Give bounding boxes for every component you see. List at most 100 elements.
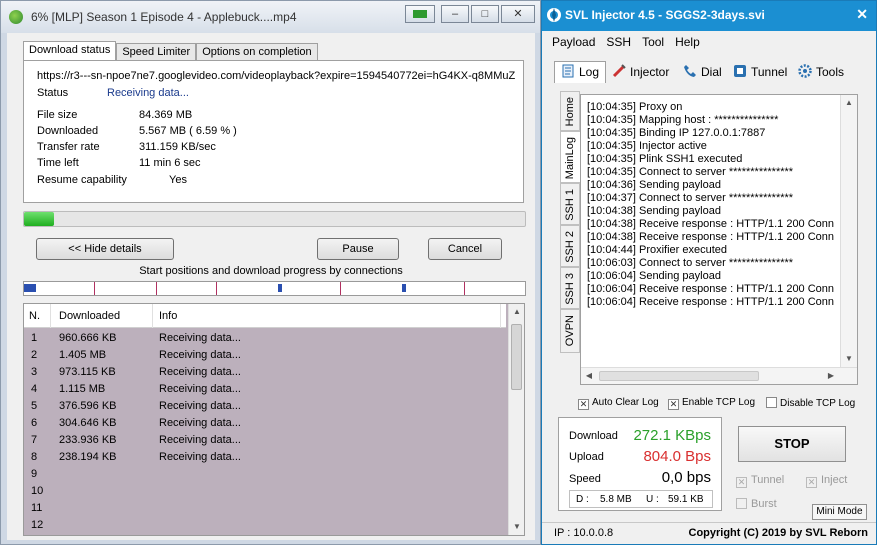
tab-log[interactable]: Log (554, 61, 607, 83)
cell-info: Receiving data... (159, 400, 241, 412)
tunnel-icon (734, 65, 746, 77)
menu-tool[interactable]: Tool (642, 35, 664, 49)
hide-details-button[interactable]: << Hide details (36, 238, 174, 260)
table-row[interactable]: 5 376.596 KB Receiving data... (24, 398, 506, 415)
log-line: [10:06:04] Receive response : HTTP/1.1 2… (587, 296, 835, 308)
tab-tunnel[interactable]: Tunnel (733, 64, 787, 86)
cell-n: 10 (31, 485, 44, 497)
field-label: Downloaded (37, 125, 99, 137)
side-tab-ssh2[interactable]: SSH 2 (560, 225, 580, 267)
table-row[interactable]: 7 233.936 KB Receiving data... (24, 432, 506, 449)
scrollbar-thumb[interactable] (511, 324, 522, 390)
cell-n: 12 (31, 519, 44, 531)
connections-scrollbar[interactable]: ▲ ▼ (508, 304, 524, 535)
scroll-down-icon[interactable]: ▼ (509, 519, 524, 535)
tab-dial[interactable]: Dial (683, 64, 722, 86)
log-textbox[interactable]: [10:04:35] Proxy on [10:04:35] Mapping ho… (583, 97, 838, 369)
minimize-button[interactable]: ‒ (441, 5, 469, 23)
download-window-title: 6% [MLP] Season 1 Episode 4 - Applebuck.… (31, 10, 297, 24)
scrollbar-thumb[interactable] (599, 371, 759, 381)
injector-titlebar[interactable]: SVL Injector 4.5 - SGGS2-3days.svi ✕ (542, 1, 876, 31)
download-progress-fill (24, 212, 54, 226)
column-header-number[interactable]: N. (29, 310, 40, 322)
table-row[interactable]: 2 1.405 MB Receiving data... (24, 347, 506, 364)
log-line: [10:04:35] Mapping host : **************… (587, 114, 779, 126)
log-line: [10:06:03] Connect to server ***********… (587, 257, 794, 269)
close-button[interactable]: ✕ (856, 6, 868, 23)
table-row[interactable]: 11 (24, 500, 506, 517)
column-header-info[interactable]: Info (159, 310, 177, 322)
log-line: [10:04:36] Sending payload (587, 179, 721, 191)
log-line: [10:04:44] Proxifier executed (587, 244, 728, 256)
side-tab-mainlog[interactable]: MainLog (560, 131, 580, 183)
column-header-downloaded[interactable]: Downloaded (59, 310, 120, 322)
mini-mode-button[interactable]: Mini Mode (812, 504, 867, 520)
download-speed-value: 272.1 KBps (633, 427, 711, 444)
cell-info: Receiving data... (159, 417, 241, 429)
tab-download-status[interactable]: Download status (23, 41, 117, 62)
pause-button[interactable]: Pause (317, 238, 399, 260)
menu-ssh[interactable]: SSH (606, 35, 631, 49)
side-tab-home[interactable]: Home (560, 91, 580, 131)
table-row[interactable]: 8 238.194 KB Receiving data... (24, 449, 506, 466)
side-tab-label: SSH 1 (564, 189, 576, 221)
side-tab-ssh3[interactable]: SSH 3 (560, 267, 580, 309)
ip-address: IP : 10.0.0.8 (554, 527, 614, 539)
side-tab-ovpn[interactable]: OVPN (560, 309, 580, 353)
menu-payload[interactable]: Payload (552, 35, 595, 49)
field-label: Time left (37, 157, 79, 169)
side-tab-ssh1[interactable]: SSH 1 (560, 183, 580, 225)
cell-n: 5 (31, 400, 38, 412)
checkbox-label: Inject (821, 474, 848, 486)
maximize-button[interactable]: □ (471, 5, 499, 23)
download-label: Download (569, 430, 618, 442)
app-globe-icon (9, 10, 23, 24)
time-left-row: Time left 11 min 6 sec (37, 157, 201, 169)
table-row[interactable]: 6 304.646 KB Receiving data... (24, 415, 506, 432)
scroll-left-icon[interactable]: ◀ (581, 368, 597, 384)
menu-help[interactable]: Help (675, 35, 700, 49)
log-icon (562, 64, 574, 78)
disable-tcp-log-checkbox[interactable]: Disable TCP Log (766, 397, 855, 409)
checkbox-label: Auto Clear Log (592, 397, 659, 408)
side-tab-label: SSH 3 (564, 273, 576, 305)
cell-info: Receiving data... (159, 383, 241, 395)
download-progress-bar (23, 211, 526, 227)
log-line: [10:04:37] Connect to server ***********… (587, 192, 794, 204)
inject-checkbox[interactable]: ✕ Inject (806, 474, 847, 488)
table-row[interactable]: 10 (24, 483, 506, 500)
connection-block (402, 284, 406, 292)
table-row[interactable]: 1 960.666 KB Receiving data... (24, 330, 506, 347)
stop-button[interactable]: STOP (738, 426, 846, 462)
table-row[interactable]: 3 973.115 KB Receiving data... (24, 364, 506, 381)
log-vertical-scrollbar[interactable]: ▲ ▼ (840, 95, 857, 367)
download-tabs: Download status Speed Limiter Options on… (23, 41, 318, 62)
table-row[interactable]: 4 1.115 MB Receiving data... (24, 381, 506, 398)
auto-clear-log-checkbox[interactable]: ✕ Auto Clear Log (578, 397, 659, 410)
tray-arrow-icon[interactable] (405, 5, 435, 23)
checkbox-label: Burst (751, 498, 777, 510)
tab-tunnel-label: Tunnel (751, 65, 788, 79)
checkbox-label: Disable TCP Log (780, 398, 856, 409)
checkbox-label: Tunnel (751, 474, 785, 486)
table-row[interactable]: 12 (24, 517, 506, 534)
log-horizontal-scrollbar[interactable]: ◀ ▶ (581, 367, 857, 384)
scroll-right-icon[interactable]: ▶ (823, 368, 839, 384)
tab-injector[interactable]: Injector (612, 64, 669, 86)
cell-downloaded: 960.666 KB (59, 332, 117, 344)
burst-checkbox[interactable]: Burst (736, 498, 777, 510)
scroll-up-icon[interactable]: ▲ (509, 304, 524, 320)
scroll-down-icon[interactable]: ▼ (841, 351, 857, 367)
tab-injector-label: Injector (630, 65, 670, 79)
enable-tcp-log-checkbox[interactable]: ✕ Enable TCP Log (668, 397, 755, 410)
scroll-up-icon[interactable]: ▲ (841, 95, 857, 111)
connections-list[interactable]: N. Downloaded Info 1 960.666 KB Receiving … (23, 303, 525, 536)
cell-n: 2 (31, 349, 38, 361)
table-row[interactable]: 9 (24, 466, 506, 483)
close-button[interactable]: ✕ (501, 5, 535, 23)
download-titlebar[interactable]: 6% [MLP] Season 1 Episode 4 - Applebuck.… (1, 1, 540, 33)
tab-tools[interactable]: Tools (798, 64, 844, 86)
cancel-button[interactable]: Cancel (428, 238, 502, 260)
cell-downloaded: 1.115 MB (59, 383, 106, 395)
tunnel-checkbox[interactable]: ✕ Tunnel (736, 474, 784, 488)
